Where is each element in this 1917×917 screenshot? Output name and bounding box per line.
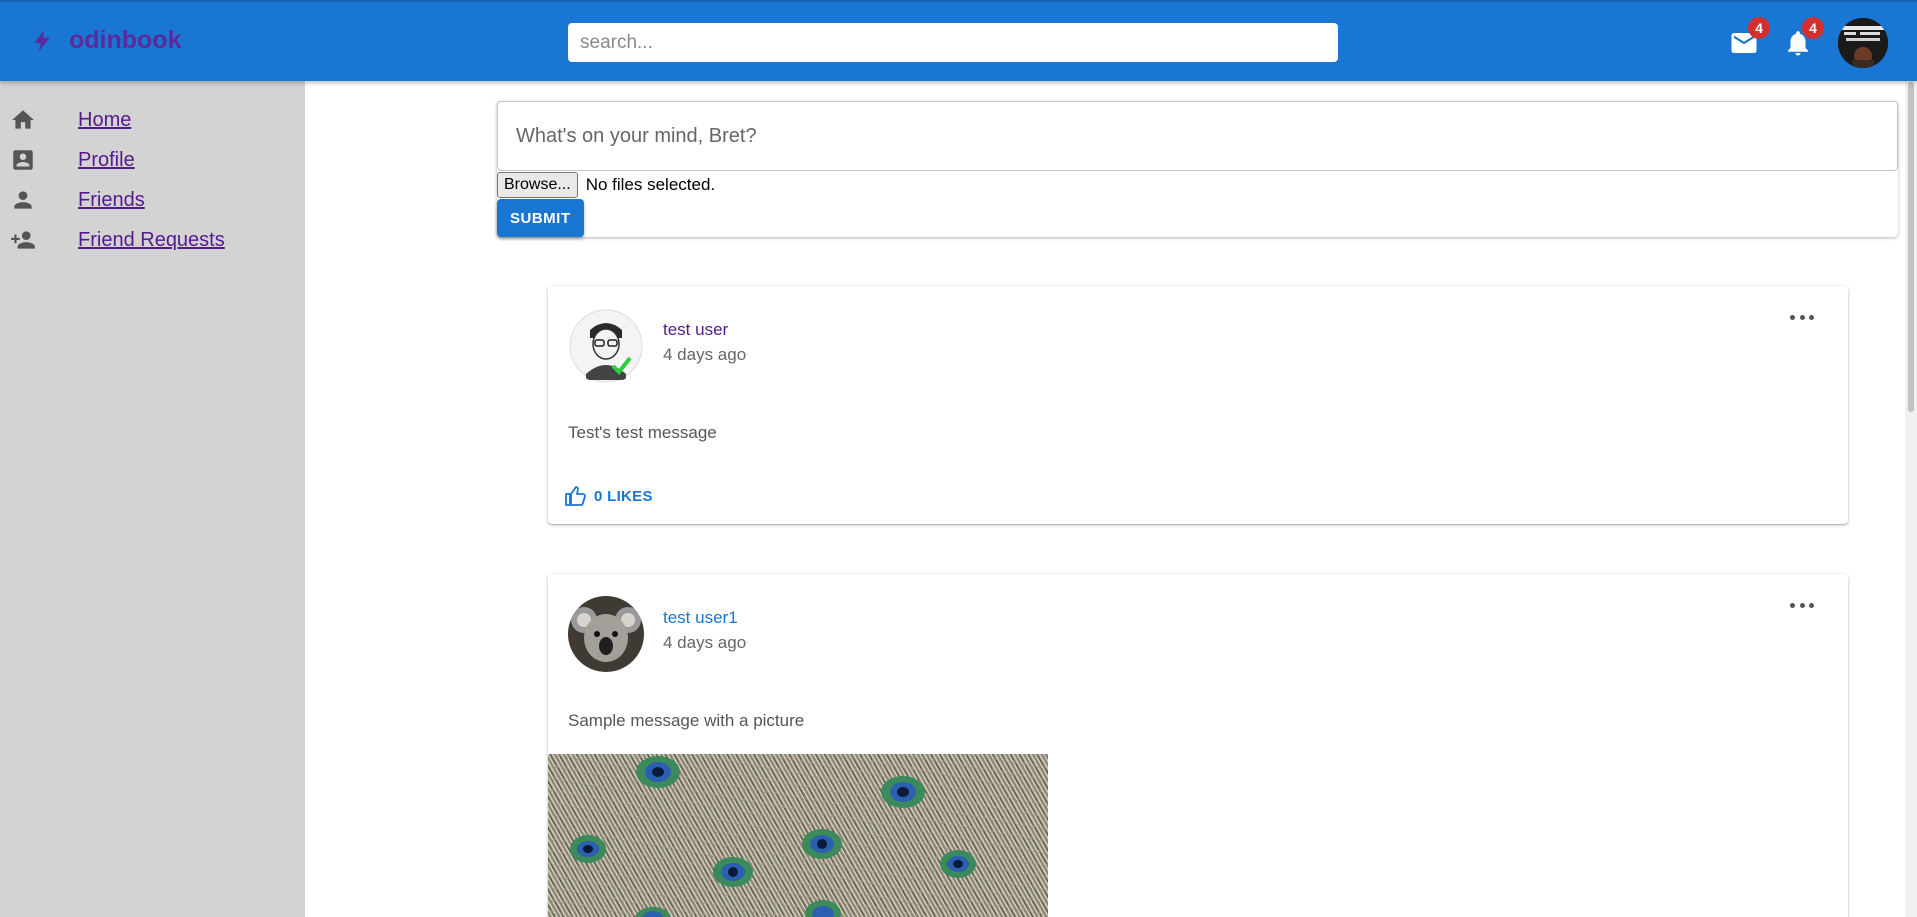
post-text: Test's test message xyxy=(568,423,717,442)
more-options-button[interactable] xyxy=(1790,600,1814,610)
sidebar-item-friends[interactable]: Friends xyxy=(0,182,305,218)
lightning-bolt-icon xyxy=(34,29,50,52)
person-icon xyxy=(10,187,36,213)
avatar-image xyxy=(568,596,644,672)
more-dot xyxy=(1809,602,1814,608)
thumb-up-icon xyxy=(565,486,586,506)
app-bar: odinbook 4 4 xyxy=(0,0,1917,81)
post-timestamp: 4 days ago xyxy=(663,633,747,652)
post-text-input[interactable] xyxy=(497,101,1898,171)
author-avatar[interactable] xyxy=(568,596,644,672)
app-logo[interactable]: odinbook xyxy=(29,26,181,55)
notifications-badge: 4 xyxy=(1802,17,1824,39)
profile-icon xyxy=(10,147,36,173)
app-name: odinbook xyxy=(69,26,182,54)
post-timestamp: 4 days ago xyxy=(663,345,747,364)
more-dot xyxy=(1799,314,1805,320)
sidebar-item-label[interactable]: Friends xyxy=(78,189,145,212)
more-options-button[interactable] xyxy=(1790,312,1814,322)
scrollbar[interactable] xyxy=(1905,0,1917,917)
search-input[interactable] xyxy=(568,23,1338,62)
home-icon xyxy=(10,107,36,133)
avatar-image xyxy=(569,309,643,383)
sidebar-item-profile[interactable]: Profile xyxy=(0,142,305,178)
sidebar-item-friend-requests[interactable]: Friend Requests xyxy=(0,222,305,258)
file-status: No files selected. xyxy=(585,175,716,194)
sidebar-item-label[interactable]: Profile xyxy=(78,149,135,172)
more-dot xyxy=(1790,314,1795,320)
likes-count: 0 LIKES xyxy=(594,487,653,505)
post-composer: Browse... No files selected. SUBMIT xyxy=(497,101,1898,237)
author-link[interactable]: test user1 xyxy=(663,608,738,628)
post-image[interactable] xyxy=(548,754,1048,917)
sidebar: Home Profile Friends Friend Requests xyxy=(0,81,305,917)
submit-button[interactable]: SUBMIT xyxy=(497,199,584,237)
post-card: test user 4 days ago Test's test message… xyxy=(548,286,1848,524)
more-dot xyxy=(1790,602,1795,608)
sidebar-item-label[interactable]: Friend Requests xyxy=(78,229,225,252)
peacock-feathers-image xyxy=(548,754,1048,917)
messages-button[interactable]: 4 xyxy=(1727,17,1770,60)
like-button[interactable]: 0 LIKES xyxy=(564,484,653,508)
file-picker: Browse... No files selected. xyxy=(497,172,715,198)
scrollbar-thumb[interactable] xyxy=(1908,82,1914,412)
browse-button[interactable]: Browse... xyxy=(497,172,578,198)
post-text: Sample message with a picture xyxy=(568,711,805,730)
more-dot xyxy=(1799,602,1805,608)
notifications-button[interactable]: 4 xyxy=(1781,17,1824,60)
more-dot xyxy=(1809,314,1814,320)
mail-badge: 4 xyxy=(1748,17,1770,39)
author-link[interactable]: test user xyxy=(663,320,728,340)
person-add-icon xyxy=(10,227,36,253)
sidebar-item-label[interactable]: Home xyxy=(78,109,131,132)
user-avatar-image xyxy=(1838,18,1888,68)
post-card: test user1 4 days ago Sample message wit… xyxy=(548,574,1848,917)
sidebar-item-home[interactable]: Home xyxy=(0,102,305,138)
author-avatar[interactable] xyxy=(568,308,644,384)
user-avatar[interactable] xyxy=(1838,18,1888,68)
